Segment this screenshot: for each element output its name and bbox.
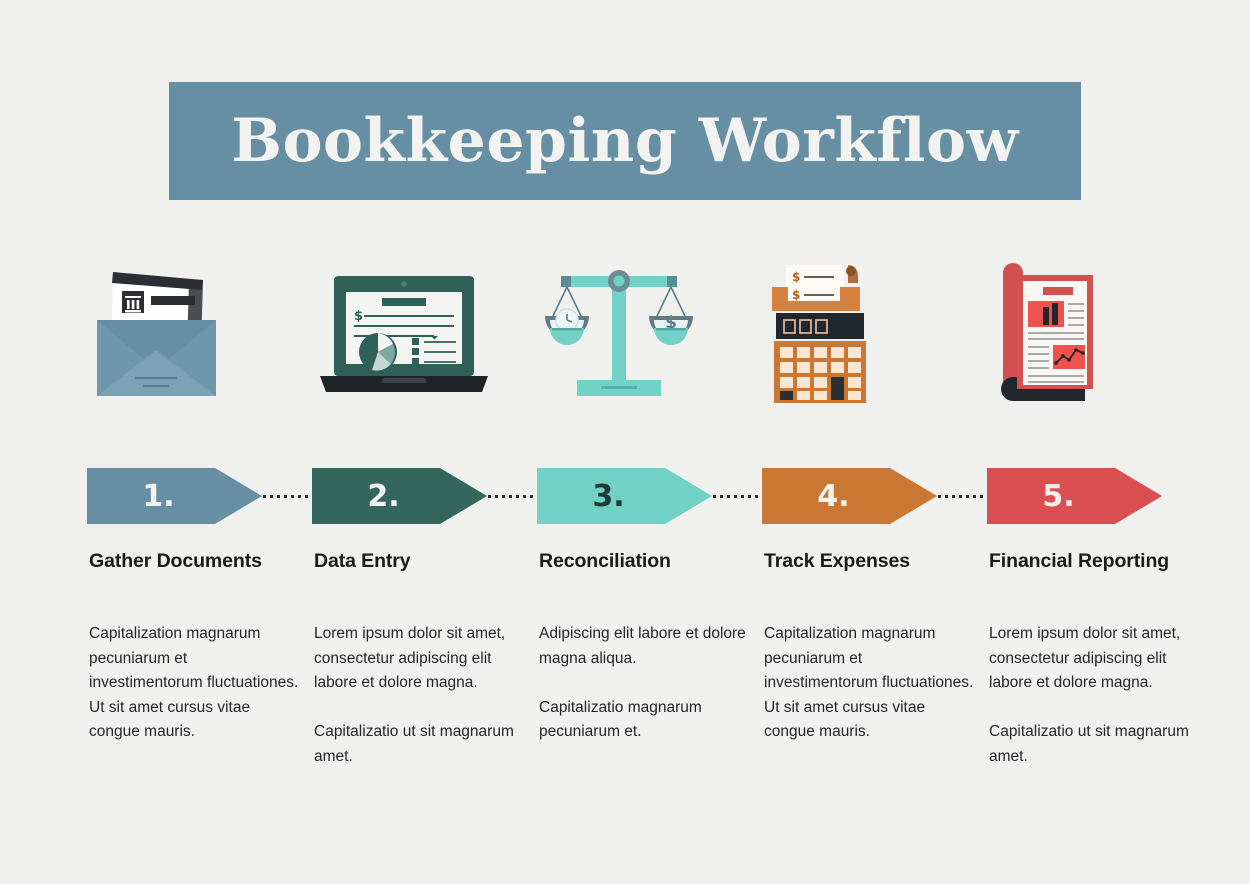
open-envelope-document-icon: [87, 250, 312, 415]
step-body-3: Adipiscing elit labore et dolore magna a…: [539, 622, 751, 745]
workflow-step-2: $: [312, 250, 537, 415]
workflow-step-5: [987, 250, 1212, 415]
step-arrow-3[interactable]: 3.: [537, 468, 712, 524]
workflow-steps: $ $ $ $ 1. 2. 3. 4. 5. Gather Documents …: [0, 250, 1250, 830]
page-title: Bookkeeping Workflow: [231, 106, 1019, 176]
step-body-5: Lorem ipsum dolor sit amet, consectetur …: [989, 622, 1201, 770]
step-heading-5: Financial Reporting: [989, 550, 1170, 572]
step-arrow-1[interactable]: 1.: [87, 468, 262, 524]
step-paragraph: Capitalizatio ut sit magnarum amet.: [989, 723, 1189, 765]
step-arrow-4[interactable]: 4.: [762, 468, 937, 524]
step-paragraph: Adipiscing elit labore et dolore magna a…: [539, 625, 746, 667]
svg-text:$: $: [354, 309, 363, 324]
step-heading-1: Gather Documents: [89, 550, 262, 572]
step-number-2: 2.: [367, 479, 400, 514]
step-heading-3: Reconciliation: [539, 550, 671, 572]
workflow-step-1: [87, 250, 312, 415]
svg-text:$: $: [792, 270, 800, 284]
step-number-3: 3.: [592, 479, 625, 514]
step-number-4: 4.: [817, 479, 850, 514]
step-number-5: 5.: [1042, 479, 1075, 514]
step-paragraph: Capitalization magnarum pecuniarum et in…: [764, 625, 974, 741]
step-number-1: 1.: [142, 479, 175, 514]
step-heading-2: Data Entry: [314, 550, 411, 572]
step-arrow-2[interactable]: 2.: [312, 468, 487, 524]
step-body-2: Lorem ipsum dolor sit amet, consectetur …: [314, 622, 526, 770]
report-charts-icon: [987, 250, 1212, 415]
laptop-pie-chart-icon: $: [312, 250, 537, 415]
step-heading-4: Track Expenses: [764, 550, 911, 572]
workflow-step-4: $ $: [762, 250, 987, 415]
step-paragraph: Capitalizatio ut sit magnarum amet.: [314, 723, 514, 765]
calculator-receipt-icon: $ $: [762, 250, 987, 415]
step-body-4: Capitalization magnarum pecuniarum et in…: [764, 622, 976, 745]
balance-scale-icon: $: [537, 250, 762, 415]
workflow-step-3: $: [537, 250, 762, 415]
step-paragraph: Lorem ipsum dolor sit amet, consectetur …: [989, 625, 1181, 692]
step-paragraph: Capitalization magnarum pecuniarum et in…: [89, 625, 299, 741]
step-paragraph: Capitalizatio magnarum pecuniarum et.: [539, 698, 702, 741]
step-arrow-5[interactable]: 5.: [987, 468, 1162, 524]
step-body-1: Capitalization magnarum pecuniarum et in…: [89, 622, 301, 745]
title-banner: Bookkeeping Workflow: [169, 82, 1081, 200]
svg-text:$: $: [792, 288, 800, 302]
step-paragraph: Lorem ipsum dolor sit amet, consectetur …: [314, 625, 506, 692]
step-arrow-band: 1. 2. 3. 4. 5.: [0, 468, 1250, 524]
